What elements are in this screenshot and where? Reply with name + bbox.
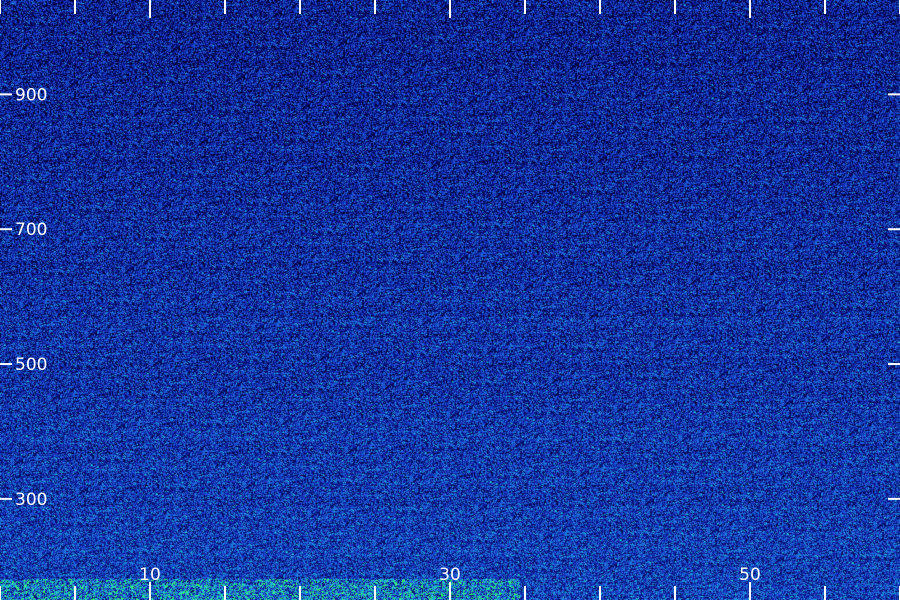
x-tick-label: 10 <box>139 565 161 585</box>
y-tick-label: 900 <box>15 85 47 105</box>
y-tick-label: 300 <box>15 490 47 510</box>
spectrogram-chart: 10 30 50 300 500 700 900 <box>0 0 900 600</box>
y-tick-label: 500 <box>15 355 47 375</box>
x-tick-label: 50 <box>739 565 761 585</box>
x-tick-label: 30 <box>439 565 461 585</box>
intensity-field <box>0 0 900 600</box>
y-tick-label: 700 <box>15 220 47 240</box>
